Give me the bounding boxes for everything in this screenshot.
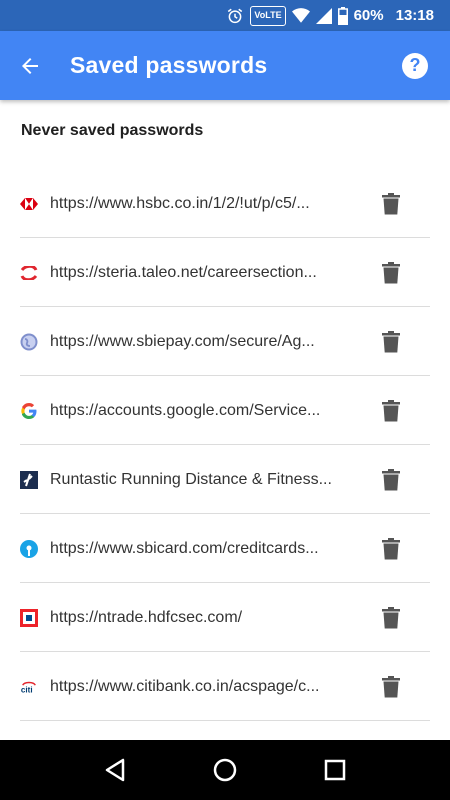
help-button[interactable]: ? <box>380 31 450 100</box>
delete-button[interactable] <box>366 248 416 298</box>
triangle-back-icon <box>105 758 125 782</box>
delete-button[interactable] <box>366 593 416 643</box>
trash-icon <box>382 192 400 214</box>
list-item[interactable]: citi https://www.citibank.co.in/acspage/… <box>0 652 450 721</box>
list-item[interactable]: https://www.sbicard.com/creditcards... <box>0 514 450 583</box>
entry-url: https://ntrade.hdfcsec.com/ <box>50 608 243 626</box>
delete-button[interactable] <box>366 317 416 367</box>
trash-icon <box>382 330 400 352</box>
hdfc-icon <box>20 608 38 627</box>
entry-url: https://www.sbiepay.com/secure/Ag... <box>50 332 315 350</box>
citi-icon: citi <box>20 678 38 696</box>
list-item[interactable]: https://www.sbiepay.com/secure/Ag... <box>0 307 450 376</box>
delete-button[interactable] <box>366 455 416 505</box>
page-title: Saved passwords <box>70 52 268 78</box>
app-bar: Saved passwords ? <box>0 31 450 100</box>
nav-recents-button[interactable] <box>305 740 365 800</box>
entry-url: https://steria.taleo.net/careersection..… <box>50 263 317 281</box>
battery-icon <box>337 6 348 26</box>
runtastic-icon <box>20 470 38 489</box>
trash-icon <box>382 675 400 697</box>
trash-icon <box>382 399 400 421</box>
list-item[interactable]: https://www.hsbc.co.in/1/2/!ut/p/c5/... <box>0 169 450 238</box>
taleo-icon <box>20 264 38 282</box>
delete-button[interactable] <box>366 524 416 574</box>
list-item[interactable]: https://accounts.google.com/Service... <box>0 376 450 445</box>
content-area: Never saved passwords https://www.hsbc.c… <box>0 100 450 740</box>
entry-url: https://www.citibank.co.in/acspage/c... <box>50 677 320 695</box>
entry-url: https://www.hsbc.co.in/1/2/!ut/p/c5/... <box>50 194 310 212</box>
alarm-icon <box>226 6 244 26</box>
list-item[interactable]: https://ntrade.hdfcsec.com/ <box>0 583 450 652</box>
square-recents-icon <box>324 759 346 781</box>
google-icon <box>20 402 38 420</box>
nav-home-button[interactable] <box>195 740 255 800</box>
system-nav-bar <box>0 740 450 800</box>
trash-icon <box>382 606 400 628</box>
entry-url: https://www.sbicard.com/creditcards... <box>50 539 319 557</box>
list-item[interactable]: https://steria.taleo.net/careersection..… <box>0 238 450 307</box>
delete-button[interactable] <box>366 662 416 712</box>
list-item[interactable]: Runtastic Running Distance & Fitness... <box>0 445 450 514</box>
arrow-back-icon <box>22 57 38 74</box>
help-icon: ? <box>402 52 428 79</box>
status-bar: VoLTE 60% 13:18 <box>0 0 450 31</box>
circle-home-icon <box>213 758 237 782</box>
signal-icon <box>315 6 332 26</box>
trash-icon <box>382 468 400 490</box>
delete-button[interactable] <box>366 179 416 229</box>
clock: 13:18 <box>395 7 434 24</box>
sbi-icon <box>20 539 38 558</box>
battery-percent: 60% <box>353 7 384 24</box>
globe-icon <box>20 333 38 351</box>
hsbc-icon <box>20 195 38 213</box>
svg-text:citi: citi <box>21 685 33 694</box>
delete-button[interactable] <box>366 386 416 436</box>
entry-url: https://accounts.google.com/Service... <box>50 401 321 419</box>
never-saved-list: https://www.hsbc.co.in/1/2/!ut/p/c5/... … <box>0 169 450 721</box>
section-header: Never saved passwords <box>21 122 204 139</box>
nav-back-button[interactable] <box>85 740 145 800</box>
back-button[interactable] <box>0 31 60 100</box>
trash-icon <box>382 537 400 559</box>
trash-icon <box>382 261 400 283</box>
entry-url: Runtastic Running Distance & Fitness... <box>50 470 332 488</box>
wifi-icon <box>291 6 310 26</box>
volte-badge: VoLTE <box>250 5 286 26</box>
